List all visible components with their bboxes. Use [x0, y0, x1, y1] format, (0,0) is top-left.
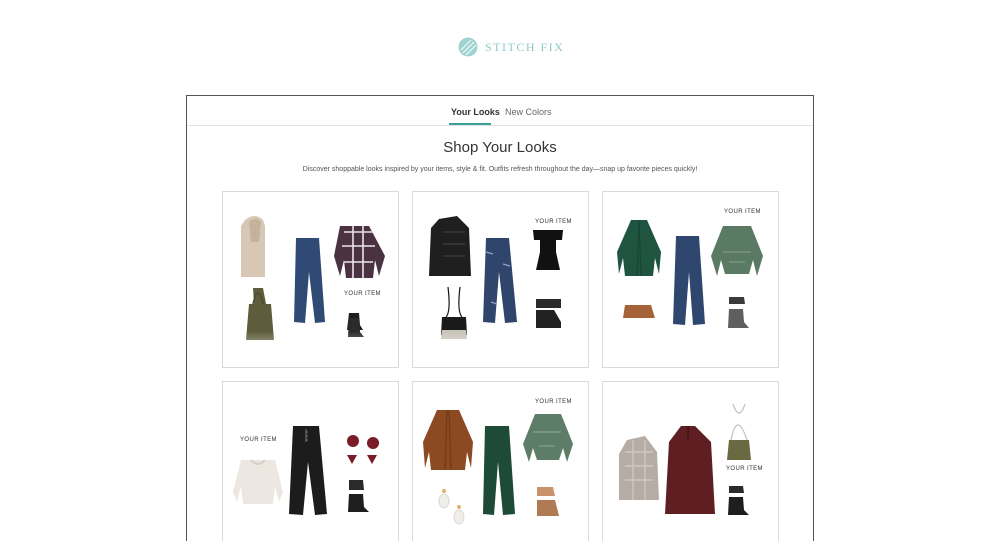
look-card-6[interactable]: YOUR ITEM [602, 381, 779, 541]
your-item-label: YOUR ITEM [535, 219, 572, 225]
your-item-label: YOUR ITEM [535, 399, 572, 405]
your-item-label: YOUR ITEM [240, 437, 277, 443]
look-card-4[interactable]: YOUR ITEM [222, 381, 399, 541]
looks-panel: Your Looks New Colors Shop Your Looks Di… [186, 95, 814, 541]
brand-name: STITCH FIX [485, 39, 565, 54]
look-card-1[interactable]: YOUR ITEM [222, 191, 399, 368]
tab-new-colors[interactable]: New Colors [505, 107, 552, 117]
look-5-outfit-image [423, 409, 573, 525]
look-1-outfit-image [241, 216, 385, 340]
look-card-3[interactable]: YOUR ITEM [602, 191, 779, 368]
tab-bar: Your Looks New Colors [187, 96, 813, 126]
active-tab-indicator [449, 123, 491, 125]
stitch-fix-logo[interactable]: STITCH FIX [458, 36, 564, 58]
your-item-label: YOUR ITEM [726, 466, 763, 472]
look-3-outfit-image [617, 219, 763, 328]
your-item-label: YOUR ITEM [344, 291, 381, 297]
look-6-outfit-image [619, 403, 751, 515]
page-subtitle: Discover shoppable looks inspired by you… [302, 166, 698, 173]
look-card-5[interactable]: YOUR ITEM [412, 381, 589, 541]
tab-your-looks[interactable]: Your Looks [451, 107, 500, 117]
look-card-2[interactable]: YOUR ITEM [412, 191, 589, 368]
page-title: Shop Your Looks [443, 139, 557, 156]
look-4-outfit-image [233, 426, 379, 515]
your-item-label: YOUR ITEM [724, 209, 761, 215]
stitch-fix-logo-icon [458, 37, 478, 57]
